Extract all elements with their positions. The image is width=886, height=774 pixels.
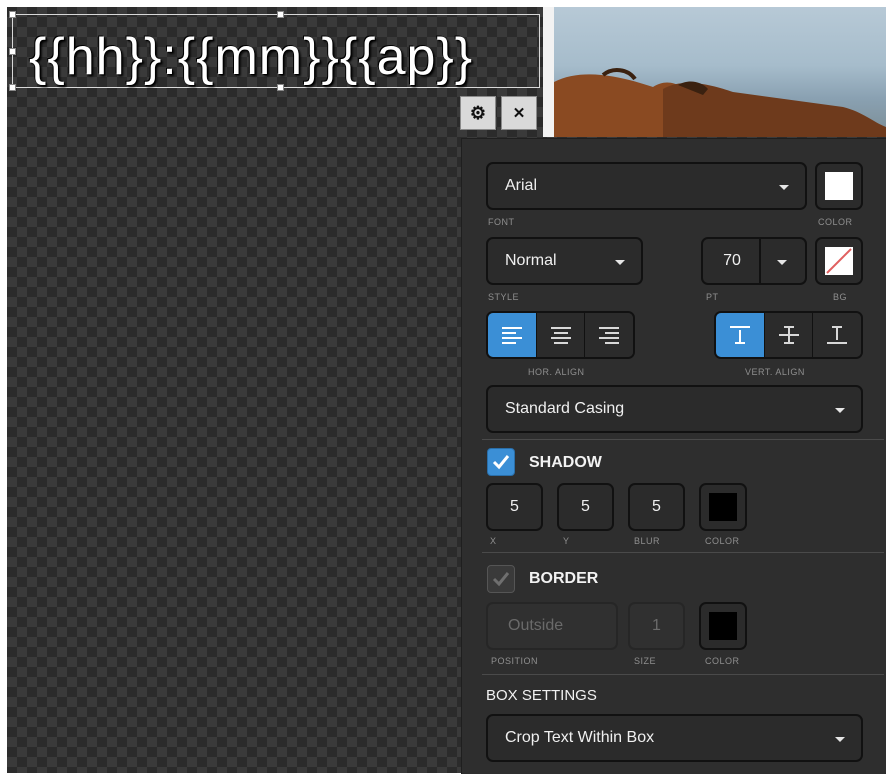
close-button[interactable]: ✕ — [501, 96, 537, 130]
valign-middle-button[interactable] — [764, 313, 814, 357]
divider — [482, 439, 884, 440]
color-label: COLOR — [818, 217, 853, 227]
font-dropdown[interactable]: Arial — [486, 162, 807, 210]
font-value: Arial — [505, 177, 538, 194]
chevron-down-icon — [835, 408, 845, 413]
border-label: BORDER — [529, 570, 599, 587]
settings-button[interactable]: ⚙ — [460, 96, 496, 130]
align-right-button[interactable] — [585, 313, 633, 357]
hor-align-label: HOR. ALIGN — [528, 367, 585, 377]
divider — [759, 239, 761, 283]
pt-label: PT — [706, 292, 719, 302]
shadow-y-input[interactable]: 5 — [557, 483, 614, 531]
border-size-input[interactable]: 1 — [628, 602, 685, 650]
resize-handle-left[interactable] — [9, 48, 16, 55]
valign-top-icon — [729, 326, 750, 344]
border-color-label: COLOR — [705, 656, 740, 666]
font-label: FONT — [488, 217, 515, 227]
font-size-value: 70 — [723, 252, 741, 269]
casing-value: Standard Casing — [505, 400, 625, 417]
color-fill — [825, 172, 853, 200]
close-icon: ✕ — [512, 105, 526, 122]
shadow-label: SHADOW — [529, 454, 602, 471]
shadow-y-label: Y — [563, 536, 570, 546]
chevron-down-icon — [779, 185, 789, 190]
text-bounding-box[interactable]: {{hh}}:{{mm}}{{ap}} — [9, 11, 540, 91]
box-settings-heading: BOX SETTINGS — [486, 687, 597, 704]
gear-icon: ⚙ — [469, 102, 487, 123]
shadow-blur-input[interactable]: 5 — [628, 483, 685, 531]
box-settings-dropdown[interactable]: Crop Text Within Box — [486, 714, 863, 762]
color-fill — [709, 493, 737, 521]
resize-handle-bottom[interactable] — [277, 84, 284, 91]
bg-color-swatch[interactable] — [815, 237, 863, 285]
border-size-label: SIZE — [634, 656, 657, 666]
vert-align-label: VERT. ALIGN — [745, 367, 805, 377]
font-color-swatch[interactable] — [815, 162, 863, 210]
color-fill — [709, 612, 737, 640]
divider — [482, 552, 884, 553]
valign-bottom-icon — [827, 326, 848, 344]
font-size-dropdown[interactable]: 70 — [701, 237, 807, 285]
horizontal-align-group — [486, 311, 635, 359]
chevron-down-icon — [777, 260, 787, 265]
border-color-swatch[interactable] — [699, 602, 747, 650]
valign-top-button[interactable] — [716, 313, 765, 357]
style-dropdown[interactable]: Normal — [486, 237, 643, 285]
border-checkbox[interactable] — [487, 565, 515, 593]
check-icon — [492, 572, 510, 587]
shadow-checkbox[interactable] — [487, 448, 515, 476]
text-settings-panel: Arial FONT COLOR Normal STYLE 70 PT BG H… — [461, 138, 886, 774]
align-right-icon — [599, 327, 620, 344]
align-center-button[interactable] — [536, 313, 586, 357]
valign-middle-icon — [778, 326, 799, 344]
vertical-align-group — [714, 311, 863, 359]
align-left-icon — [501, 327, 522, 344]
horses-image — [554, 68, 886, 137]
casing-dropdown[interactable]: Standard Casing — [486, 385, 863, 433]
shadow-color-label: COLOR — [705, 536, 740, 546]
valign-bottom-button[interactable] — [813, 313, 861, 357]
bg-label: BG — [833, 292, 848, 302]
align-left-button[interactable] — [488, 313, 537, 357]
check-icon — [492, 455, 510, 470]
background-photo — [543, 7, 886, 137]
box-settings-value: Crop Text Within Box — [505, 729, 655, 746]
divider — [482, 674, 884, 675]
align-center-icon — [550, 327, 571, 344]
border-position-label: POSITION — [491, 656, 539, 666]
chevron-down-icon — [615, 260, 625, 265]
resize-handle-top[interactable] — [277, 11, 284, 18]
style-value: Normal — [505, 252, 557, 269]
no-color-icon — [826, 248, 852, 274]
clock-template-text: {{hh}}:{{mm}}{{ap}} — [29, 28, 474, 86]
bg-color-fill — [825, 247, 853, 275]
shadow-x-input[interactable]: 5 — [486, 483, 543, 531]
shadow-x-label: X — [490, 536, 497, 546]
chevron-down-icon — [835, 737, 845, 742]
shadow-blur-label: BLUR — [634, 536, 661, 546]
shadow-color-swatch[interactable] — [699, 483, 747, 531]
resize-handle-top-left[interactable] — [9, 11, 16, 18]
border-position-dropdown[interactable]: Outside — [486, 602, 618, 650]
resize-handle-bottom-left[interactable] — [9, 84, 16, 91]
style-label: STYLE — [488, 292, 520, 302]
